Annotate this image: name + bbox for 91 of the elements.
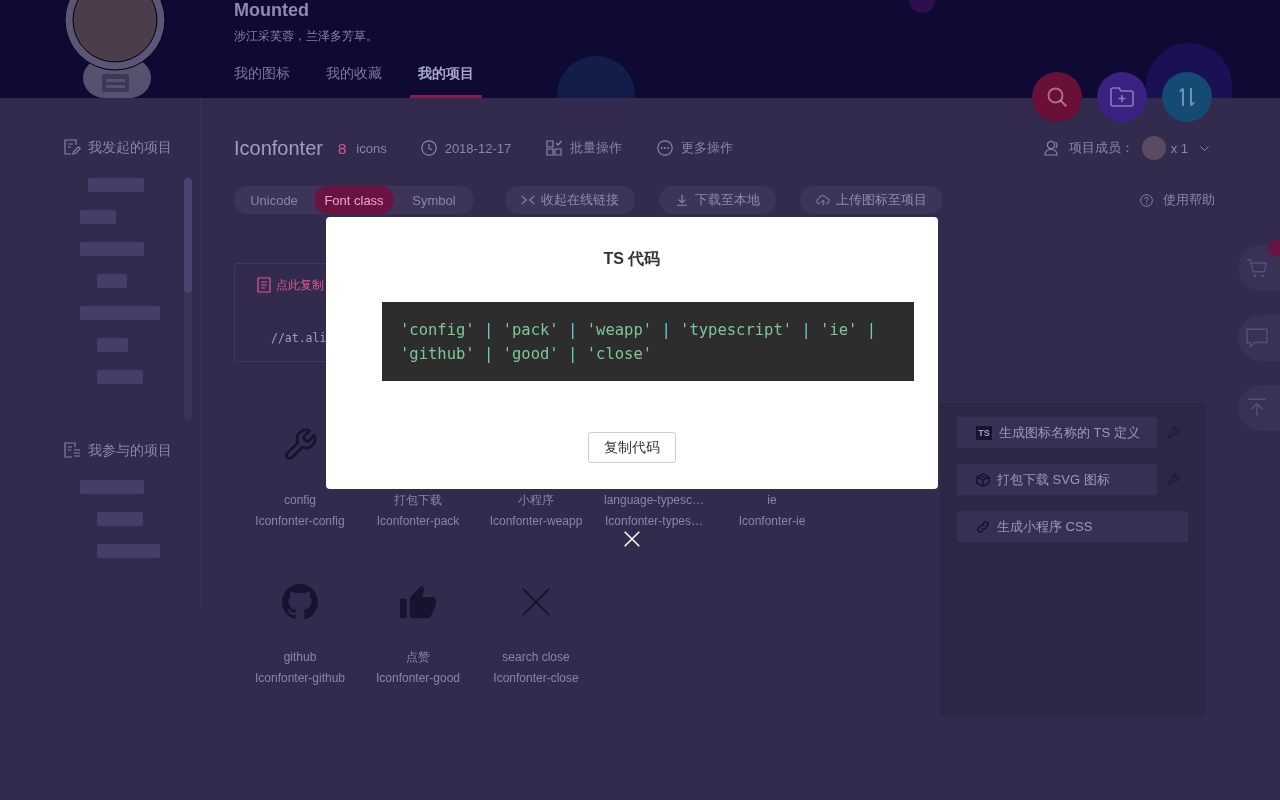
thumbs-up-icon [400, 584, 436, 620]
grid-check-icon [546, 140, 563, 156]
blurred-item-placeholder[interactable] [80, 242, 144, 256]
icon-name: language-typesc… [603, 492, 705, 509]
project-name: Iconfonter [234, 136, 323, 160]
batch-action-button[interactable]: 批量操作 [546, 139, 623, 157]
document-list-icon [64, 442, 81, 458]
collapse-links-button[interactable]: 收起在线链接 [505, 186, 635, 214]
icon-count-unit: icons [356, 140, 387, 156]
blurred-item-placeholder[interactable] [80, 306, 160, 320]
project-date: 2018-12-17 [444, 140, 512, 156]
icon-name: config [284, 492, 316, 509]
wrench-icon [282, 427, 318, 463]
document-icon [257, 277, 271, 293]
members-label: 项目成员： [1068, 139, 1134, 157]
clock-icon [420, 140, 437, 156]
icon-class-name: Iconfonter-config [255, 513, 345, 530]
copy-code-button[interactable]: 复制代码 [588, 432, 676, 463]
avatar-icon [1141, 136, 1166, 160]
icon-name: search close [502, 649, 570, 666]
arrow-up-icon [1246, 398, 1268, 418]
link-icon [976, 519, 990, 534]
chat-bubble-icon [1246, 328, 1268, 348]
profile-name: Mounted [234, 0, 309, 20]
icon-name: 小程序 [518, 492, 554, 509]
icon-class-name: Iconfonter-pack [376, 513, 460, 530]
back-to-top-button[interactable] [1238, 385, 1280, 431]
format-tab[interactable]: Symbol [394, 186, 474, 214]
icon-class-name: Iconfonter-types… [604, 513, 703, 530]
blurred-item-placeholder[interactable] [80, 210, 116, 224]
search-icon [1047, 87, 1067, 107]
cross-icon [522, 588, 550, 616]
ts-logo: TS [976, 425, 992, 440]
search-button[interactable] [1032, 72, 1082, 122]
scrollbar-thumb[interactable] [184, 178, 192, 293]
icon-class-name: Iconfonter-ie [738, 513, 806, 530]
download-icon [675, 194, 689, 206]
tool-button[interactable]: 生成小程序 CSS [957, 511, 1188, 542]
profile-motto: 涉江采芙蓉，兰泽多芳草。 [234, 28, 378, 44]
new-folder-button[interactable] [1097, 72, 1147, 122]
help-icon [1140, 193, 1153, 207]
format-tab[interactable]: Font class [314, 186, 394, 214]
nav-tab[interactable]: 我的图标 [226, 63, 298, 98]
icon-class-name: Iconfonter-good [375, 670, 461, 687]
code-text: //at.ali [271, 330, 327, 346]
sort-arrows-icon [1179, 87, 1195, 107]
cart-button[interactable] [1238, 245, 1280, 291]
close-icon[interactable] [624, 531, 640, 547]
icon-name: github [283, 649, 317, 666]
blurred-item-placeholder[interactable] [97, 274, 127, 288]
package-icon [976, 472, 990, 487]
icon-count: 8 [337, 139, 347, 157]
download-button[interactable]: 下载至本地 [659, 186, 776, 214]
chevron-down-icon[interactable] [1200, 145, 1209, 151]
upload-button[interactable]: 上传图标至项目 [800, 186, 943, 214]
nav-tab[interactable]: 我的收藏 [318, 63, 390, 98]
folder-plus-icon [1110, 87, 1134, 107]
github-icon [282, 584, 318, 620]
nav-tab[interactable]: 我的项目 [410, 63, 482, 98]
copy-link[interactable]: 点此复制 [257, 277, 324, 293]
icon-class-name: Iconfonter-github [254, 670, 346, 687]
sidebar-section-title: 我发起的项目 [88, 138, 172, 157]
icon-name: 打包下载 [394, 492, 442, 509]
sort-button[interactable] [1162, 72, 1212, 122]
blurred-item-placeholder[interactable] [97, 512, 143, 526]
blurred-item-placeholder[interactable] [97, 338, 128, 352]
icon-name: ie [767, 492, 777, 509]
cart-icon [1246, 258, 1268, 278]
more-icon [657, 140, 674, 156]
scrollbar[interactable] [184, 178, 192, 420]
members-icon [1043, 140, 1060, 156]
modal-title: TS 代码 [603, 249, 661, 269]
feedback-button[interactable] [1238, 315, 1280, 361]
format-tab[interactable]: Unicode [234, 186, 314, 214]
shrink-arrows-icon [521, 194, 535, 206]
blurred-item-placeholder[interactable] [97, 370, 143, 384]
icon-class-name: Iconfonter-weapp [489, 513, 583, 530]
members-count: x 1 [1170, 140, 1188, 156]
code-block: 'config' | 'pack' | 'weapp' | 'typescript' | 'ie' | 'github' | 'good' | 'close' [382, 302, 914, 381]
blurred-item-placeholder[interactable] [97, 544, 160, 558]
icon-class-name: Iconfonter-close [493, 670, 579, 687]
more-actions-button[interactable]: 更多操作 [657, 139, 734, 157]
icon-name: 点赞 [406, 649, 430, 666]
blurred-item-placeholder[interactable] [80, 480, 144, 494]
sidebar-section-title: 我参与的项目 [88, 441, 172, 460]
help-link[interactable]: 使用帮助 [1140, 191, 1215, 209]
tool-button[interactable]: 打包下载 SVG 图标 [957, 464, 1157, 495]
blurred-item-placeholder[interactable] [88, 178, 144, 192]
cloud-upload-icon [816, 194, 830, 206]
tool-button[interactable]: TS 生成图标名称的 TS 定义 [957, 417, 1157, 448]
document-edit-icon [64, 139, 81, 155]
